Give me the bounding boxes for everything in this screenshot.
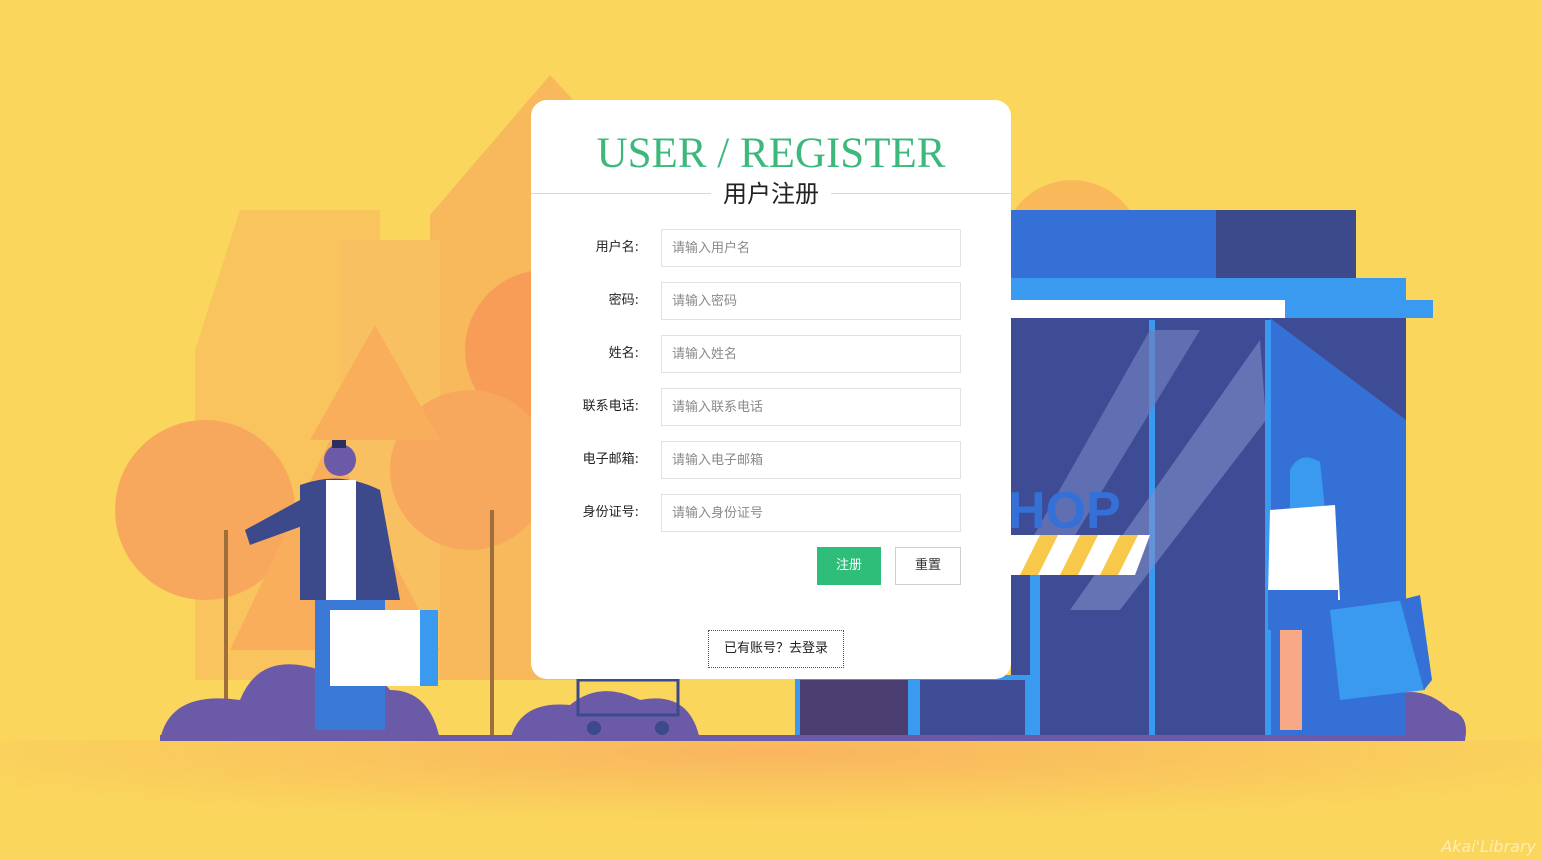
name-input[interactable]: [661, 335, 961, 373]
name-label: 姓名:: [608, 346, 639, 361]
phone-input[interactable]: [661, 388, 961, 426]
page-title-en: USER / REGISTER: [596, 130, 946, 177]
login-link[interactable]: 已有账号？去登录: [708, 630, 844, 668]
form-row-email: 电子邮箱:: [531, 441, 1011, 479]
form-row-password: 密码:: [531, 282, 1011, 320]
password-input[interactable]: [661, 282, 961, 320]
reset-button[interactable]: 重置: [895, 547, 961, 585]
register-button[interactable]: 注册: [817, 547, 881, 585]
email-input[interactable]: [661, 441, 961, 479]
page-title-cn: 用户注册: [711, 178, 831, 210]
form-row-phone: 联系电话:: [531, 388, 1011, 426]
register-card: USER / REGISTER 用户注册 用户名: 密码: 姓名: 联系电话: …: [531, 100, 1011, 679]
form-row-username: 用户名:: [531, 229, 1011, 267]
username-input[interactable]: [661, 229, 961, 267]
phone-label: 联系电话:: [582, 399, 639, 414]
password-label: 密码:: [608, 293, 639, 308]
form-row-id-number: 身份证号:: [531, 494, 1011, 532]
id-number-input[interactable]: [661, 494, 961, 532]
shop-sign-text: HOP: [1008, 482, 1121, 540]
username-label: 用户名:: [595, 240, 639, 255]
id-number-label: 身份证号:: [582, 505, 639, 520]
watermark: Akai'Library: [1441, 837, 1536, 856]
form-row-name: 姓名:: [531, 335, 1011, 373]
email-label: 电子邮箱:: [582, 452, 639, 467]
